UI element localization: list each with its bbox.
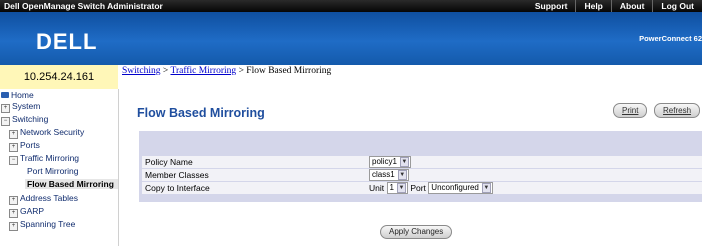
tree-item-garp[interactable]: + GARP xyxy=(9,206,44,218)
dell-logo: DELL xyxy=(36,29,98,54)
breadcrumb: Switching > Traffic Mirroring > Flow Bas… xyxy=(122,66,331,76)
expand-icon[interactable]: + xyxy=(9,130,18,139)
expand-icon[interactable]: + xyxy=(1,104,10,113)
tree-item-ports[interactable]: + Ports xyxy=(9,140,40,152)
tree-item-home[interactable]: Home xyxy=(1,90,34,100)
tree-item-label: Address Tables xyxy=(20,193,78,203)
policy-name-select[interactable]: policy1 ▼ xyxy=(369,156,411,168)
unit-label: Unit xyxy=(369,183,385,193)
tree-item-label: Network Security xyxy=(20,127,85,137)
copy-to-interface-row: Copy to Interface Unit 1 ▼ Port Unconfigu… xyxy=(142,182,702,194)
form-panel: Policy Name policy1 ▼ Member Classes clas… xyxy=(139,131,702,202)
port-value: Unconfigured xyxy=(431,183,479,192)
about-link[interactable]: About xyxy=(610,0,653,12)
expand-icon[interactable]: + xyxy=(9,222,18,231)
tree-item-label: Flow Based Mirroring xyxy=(27,179,114,189)
expand-icon[interactable]: + xyxy=(9,143,18,152)
expand-icon[interactable]: + xyxy=(9,209,18,218)
top-links: Support Help About Log Out xyxy=(527,0,702,12)
tree-item-label: Home xyxy=(11,90,34,100)
breadcrumb-current: Flow Based Mirroring xyxy=(246,66,332,76)
tree-item-label: Switching xyxy=(12,114,49,124)
page-title: Flow Based Mirroring xyxy=(137,106,265,120)
breadcrumb-separator: > xyxy=(162,66,169,76)
refresh-button[interactable]: Refresh xyxy=(654,103,701,118)
logout-link[interactable]: Log Out xyxy=(652,0,702,12)
chevron-down-icon[interactable]: ▼ xyxy=(399,157,409,167)
member-classes-label: Member Classes xyxy=(145,170,209,180)
navigation-tree: Home + System − Switching + Network Securit… xyxy=(0,89,119,246)
help-link[interactable]: Help xyxy=(575,0,610,12)
apply-changes-button[interactable]: Apply Changes xyxy=(380,225,453,239)
tree-item-address-tables[interactable]: + Address Tables xyxy=(9,193,78,205)
top-bar: Dell OpenManage Switch Administrator Sup… xyxy=(0,0,702,12)
tree-item-label: Spanning Tree xyxy=(20,219,76,229)
policy-name-label: Policy Name xyxy=(145,157,193,167)
tree-item-flow-based-mirroring[interactable]: Flow Based Mirroring xyxy=(25,179,118,189)
tree-item-port-mirroring[interactable]: Port Mirroring xyxy=(27,166,78,176)
tree-item-network-security[interactable]: + Network Security xyxy=(9,127,84,139)
home-icon xyxy=(1,92,9,98)
member-classes-value: class1 xyxy=(372,170,395,179)
port-select[interactable]: Unconfigured ▼ xyxy=(428,182,493,194)
app-title: Dell OpenManage Switch Administrator xyxy=(4,1,163,11)
unit-select[interactable]: 1 ▼ xyxy=(386,182,408,194)
collapse-icon[interactable]: − xyxy=(1,117,10,126)
tree-item-label: System xyxy=(12,101,41,111)
device-ip-address: 10.254.24.161 xyxy=(0,65,118,90)
chevron-down-icon[interactable]: ▼ xyxy=(396,183,406,193)
chevron-down-icon[interactable]: ▼ xyxy=(397,170,407,180)
brand-banner: DELL PowerConnect 62 xyxy=(0,12,702,65)
breadcrumb-switching-link[interactable]: Switching xyxy=(122,66,161,76)
tree-item-switching[interactable]: − Switching xyxy=(1,114,48,126)
print-button[interactable]: Print xyxy=(613,103,648,118)
support-link[interactable]: Support xyxy=(527,0,576,12)
tree-item-label: Traffic Mirroring xyxy=(20,153,80,163)
tree-item-label: Port Mirroring xyxy=(27,166,79,176)
port-label: Port xyxy=(410,183,426,193)
copy-to-interface-label: Copy to Interface xyxy=(145,183,210,193)
tree-item-system[interactable]: + System xyxy=(1,101,40,113)
collapse-icon[interactable]: − xyxy=(9,156,18,165)
product-name: PowerConnect 62 xyxy=(639,34,702,43)
policy-name-row: Policy Name policy1 ▼ xyxy=(142,156,702,168)
member-classes-row: Member Classes class1 ▼ xyxy=(142,169,702,181)
tree-item-label: GARP xyxy=(20,206,45,216)
tree-item-traffic-mirroring[interactable]: − Traffic Mirroring xyxy=(9,153,79,165)
tree-item-spanning-tree[interactable]: + Spanning Tree xyxy=(9,219,75,231)
breadcrumb-traffic-mirroring-link[interactable]: Traffic Mirroring xyxy=(170,66,236,76)
member-classes-select[interactable]: class1 ▼ xyxy=(369,169,409,181)
tree-item-label: Ports xyxy=(20,140,40,150)
unit-value: 1 xyxy=(389,183,394,192)
breadcrumb-separator: > xyxy=(238,66,244,76)
policy-name-value: policy1 xyxy=(372,157,397,166)
expand-icon[interactable]: + xyxy=(9,196,18,205)
chevron-down-icon[interactable]: ▼ xyxy=(481,183,491,193)
